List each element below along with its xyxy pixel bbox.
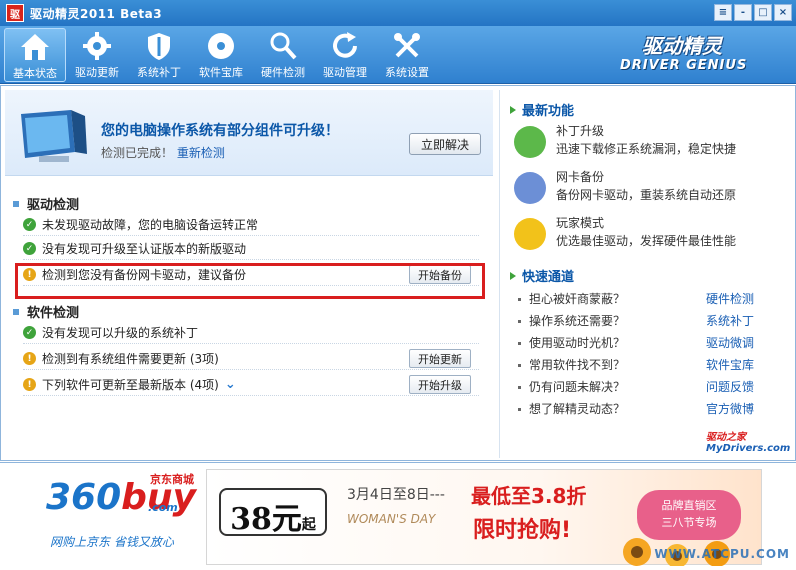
notice-title: 您的电脑操作系统有部分组件可升级！: [101, 123, 339, 139]
feature-patch-upgrade[interactable]: 补丁升级 迅速下载修正系统漏洞，稳定快捷: [514, 122, 784, 162]
watermark: WWW.ATCPU.COM: [654, 547, 790, 561]
official-weibo-link[interactable]: 官方微博: [706, 400, 766, 420]
check-icon: ✓: [23, 326, 36, 339]
tool-driver-update[interactable]: 驱动更新: [66, 28, 128, 82]
maximize-button[interactable]: □: [754, 4, 772, 21]
tool-label: 驱动管理: [323, 66, 367, 79]
warning-icon: !: [23, 352, 36, 365]
feature-desc: 迅速下载修正系统漏洞，稳定快捷: [556, 142, 737, 156]
smiley-icon: [514, 218, 546, 250]
start-upgrade-button[interactable]: 开始升级: [409, 375, 471, 394]
status-notice: 您的电脑操作系统有部分组件可升级！ 检测已完成！ 重新检测 立即解决: [5, 90, 493, 176]
feature-desc: 优选最佳驱动，发挥硬件最佳性能: [556, 234, 737, 248]
list-item: ! 检测到有系统组件需要更新 (3项) 开始更新: [23, 348, 479, 370]
feature-title: 网卡备份: [556, 170, 605, 184]
check-icon: ✓: [23, 218, 36, 231]
notice-subtitle: 检测已完成！ 重新检测: [101, 144, 225, 161]
chevron-down-icon[interactable]: ⌄: [225, 377, 236, 392]
app-logo: 驱: [6, 4, 24, 22]
list-item: ! 下列软件可更新至最新版本 (4项) ⌄ 开始升级: [23, 374, 479, 396]
highlight-box: [15, 263, 485, 299]
driver-check-heading: 驱动检测: [13, 194, 79, 213]
feature-gamer-mode[interactable]: 玩家模式 优选最佳驱动，发挥硬件最佳性能: [514, 214, 784, 254]
bullet-icon: [13, 200, 19, 207]
feature-title: 玩家模式: [556, 216, 605, 230]
disc-icon: [204, 30, 238, 62]
refresh-icon: [328, 30, 362, 62]
feedback-link[interactable]: 问题反馈: [706, 378, 766, 398]
quick-row: 担心被奸商蒙蔽？ 硬件检测: [516, 290, 766, 310]
feature-desc: 备份网卡驱动，重装系统自动还原: [556, 188, 737, 202]
list-item: ✓ 未发现驱动故障，您的电脑设备运转正常: [23, 214, 479, 236]
rescan-link[interactable]: 重新检测: [177, 146, 225, 160]
promo-badge: 品牌直销区 三八节专场: [637, 490, 741, 540]
quick-row: 想了解精灵动态？ 官方微博: [516, 400, 766, 420]
shield-icon: [142, 30, 176, 62]
quick-row: 常用软件找不到？ 软件宝库: [516, 356, 766, 376]
tool-label: 系统设置: [385, 66, 429, 79]
mydrivers-logo[interactable]: 驱动之家 MyDrivers.com: [706, 428, 790, 454]
price-tag: 38元起: [219, 488, 327, 537]
feature-nic-backup[interactable]: 网卡备份 备份网卡驱动，重装系统自动还原: [514, 168, 784, 208]
quick-access-heading: 快速通道: [510, 266, 574, 285]
menu-button[interactable]: ≡: [714, 4, 732, 21]
tool-software-library[interactable]: 软件宝库: [190, 28, 252, 82]
quick-row: 仍有问题未解决？ 问题反馈: [516, 378, 766, 398]
list-item: ✓ 没有发现可以升级的系统补丁: [23, 322, 479, 344]
tool-system-settings[interactable]: 系统设置: [376, 28, 438, 82]
triangle-icon: [510, 105, 516, 114]
driver-tweak-link[interactable]: 驱动微调: [706, 334, 766, 354]
tool-hardware-check[interactable]: 硬件检测: [252, 28, 314, 82]
right-panel: 最新功能 补丁升级 迅速下载修正系统漏洞，稳定快捷 网卡备份 备份网卡驱动，重装…: [499, 90, 791, 458]
tool-basic-status[interactable]: 基本状态: [4, 28, 66, 82]
warning-icon: !: [23, 378, 36, 391]
feature-title: 补丁升级: [556, 124, 605, 138]
main-panel: 您的电脑操作系统有部分组件可升级！ 检测已完成！ 重新检测 立即解决 驱动检测 …: [0, 85, 796, 461]
quick-row: 操作系统还需要？ 系统补丁: [516, 312, 766, 332]
system-patch-link[interactable]: 系统补丁: [706, 312, 766, 332]
software-check-heading: 软件检测: [13, 302, 79, 321]
software-library-link[interactable]: 软件宝库: [706, 356, 766, 376]
close-button[interactable]: ×: [774, 4, 792, 21]
list-item: ✓ 没有发现可升级至认证版本的新版驱动: [23, 238, 479, 260]
tool-label: 软件宝库: [199, 66, 243, 79]
start-update-button[interactable]: 开始更新: [409, 349, 471, 368]
minimize-button[interactable]: -: [734, 4, 752, 21]
triangle-icon: [510, 271, 516, 280]
notice-complete-text: 检测已完成！: [101, 146, 174, 160]
app-title: 驱动精灵2011 Beta3: [30, 6, 163, 21]
brand-logo: 驱动精灵 DRIVER GENIUS: [620, 34, 748, 73]
monitor-icon: [15, 108, 95, 168]
tools-icon: [390, 30, 424, 62]
tool-label: 基本状态: [13, 67, 57, 80]
tool-system-patch[interactable]: 系统补丁: [128, 28, 190, 82]
quick-row: 使用驱动时光机？ 驱动微调: [516, 334, 766, 354]
latest-features-heading: 最新功能: [510, 100, 574, 119]
home-icon: [18, 31, 52, 63]
hardware-check-link[interactable]: 硬件检测: [706, 290, 766, 310]
check-icon: ✓: [23, 242, 36, 255]
tool-label: 硬件检测: [261, 66, 305, 79]
tool-label: 驱动更新: [75, 66, 119, 79]
magnifier-icon: [266, 30, 300, 62]
bullet-icon: [13, 308, 19, 315]
fix-now-button[interactable]: 立即解决: [409, 133, 481, 155]
ad-banner[interactable]: 京东商城 360buy .com 网购上京东 省钱又放心 38元起 3月4日至8…: [0, 462, 796, 570]
gear-icon: [80, 30, 114, 62]
patch-icon: [514, 126, 546, 158]
window-controls: ≡ - □ ×: [714, 4, 792, 21]
tool-label: 系统补丁: [137, 66, 181, 79]
main-toolbar: 基本状态 驱动更新 系统补丁 软件宝库 硬件检测 驱动管理 系统设置 驱动精灵 …: [0, 26, 796, 84]
tool-driver-manage[interactable]: 驱动管理: [314, 28, 376, 82]
jd-logo: 京东商城 360buy .com 网购上京东 省钱又放心: [46, 473, 197, 549]
network-gear-icon: [514, 172, 546, 204]
title-bar: 驱 驱动精灵2011 Beta3 ≡ - □ ×: [0, 0, 796, 26]
